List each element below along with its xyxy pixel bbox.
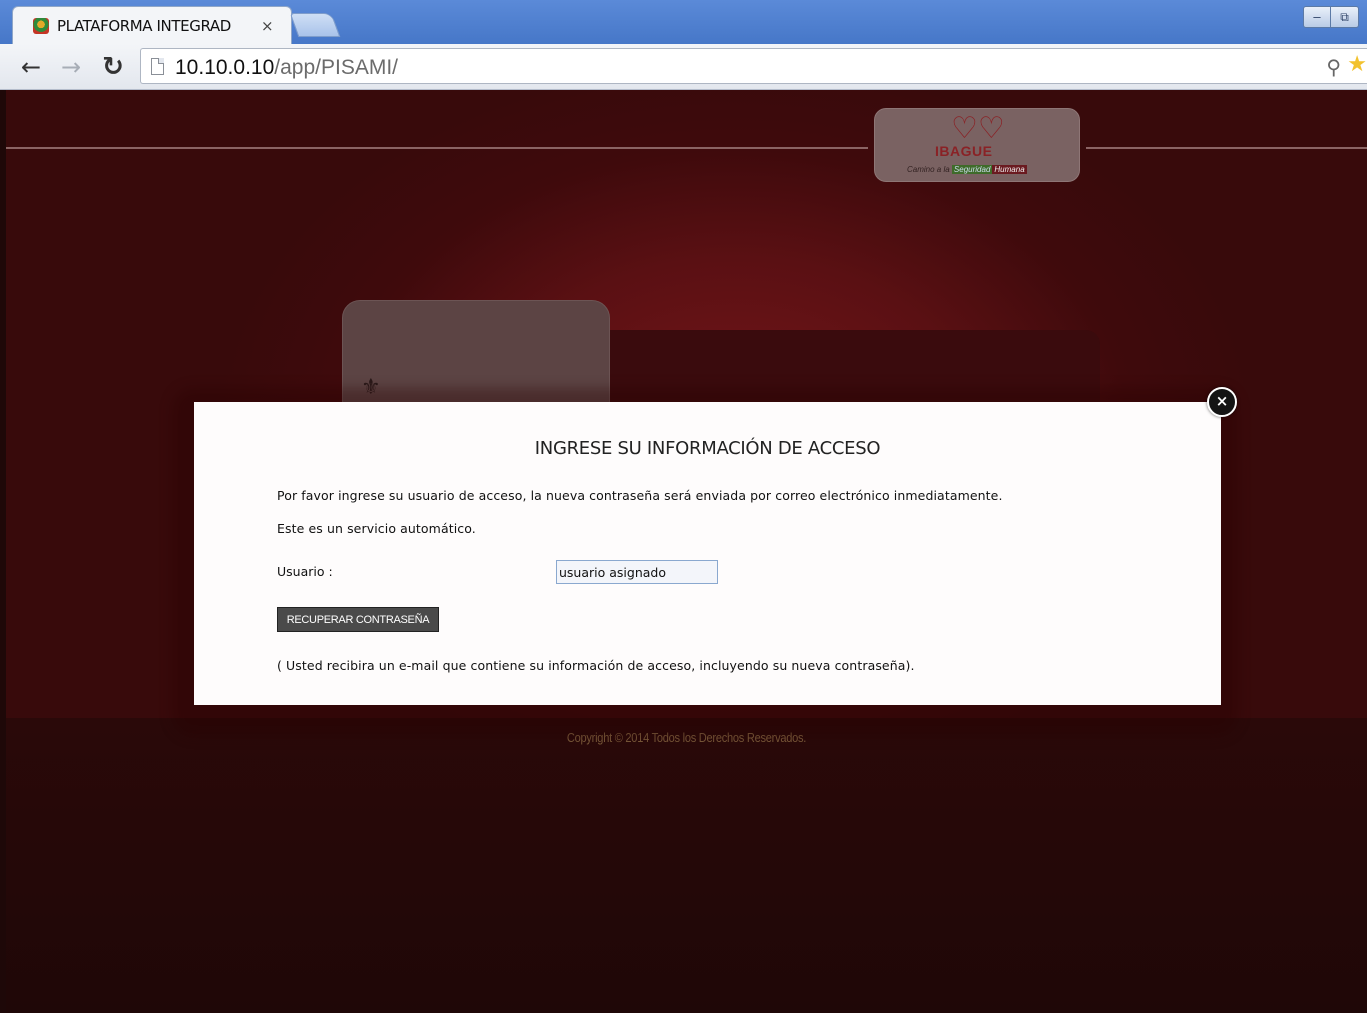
user-label: Usuario : — [277, 564, 333, 579]
minimize-button[interactable]: – — [1303, 6, 1331, 28]
modal-title: INGRESE SU INFORMACIÓN DE ACCESO — [534, 438, 881, 459]
logo-tagline-highlight: Seguridad — [951, 165, 993, 174]
forward-arrow-icon[interactable]: → — [56, 52, 86, 82]
restore-button[interactable]: ⧉ — [1331, 6, 1359, 28]
logo-tagline: Camino a la Seguridad Humana — [907, 165, 1027, 174]
tab-close-icon[interactable]: × — [261, 17, 274, 35]
logo-tagline-end: Humana — [992, 165, 1027, 174]
recover-password-button[interactable]: RECUPERAR CONTRASEÑA — [277, 607, 439, 632]
reload-icon[interactable]: ↻ — [98, 52, 128, 82]
logo-tagline-start: Camino a la — [907, 165, 950, 174]
back-arrow-icon[interactable]: ← — [16, 52, 46, 82]
site-favicon-icon — [33, 17, 49, 34]
recover-password-modal: INGRESE SU INFORMACIÓN DE ACCESO Por fav… — [194, 402, 1221, 705]
url-host: 10.10.0.10 — [175, 56, 275, 79]
logo-word: IBAGUE — [935, 143, 993, 159]
page-background-bottom — [6, 718, 1367, 1013]
browser-tab[interactable]: PLATAFORMA INTEGRAD × — [12, 6, 292, 44]
browser-titlebar: PLATAFORMA INTEGRAD × – ⧉ — [0, 0, 1367, 44]
logo-hearts-icon: ♡♡ — [951, 111, 1005, 146]
header-divider-left — [6, 147, 868, 149]
tab-title: PLATAFORMA INTEGRAD — [57, 16, 231, 35]
new-tab-button[interactable] — [289, 13, 341, 37]
bookmark-star-icon[interactable]: ★ — [1347, 52, 1367, 77]
url-text[interactable]: 10.10.0.10/app/PISAMI/ — [175, 56, 398, 80]
url-path: /app/PISAMI/ — [274, 56, 398, 79]
header-divider-right — [1086, 147, 1367, 149]
user-input[interactable] — [556, 560, 718, 584]
window-controls: – ⧉ — [1303, 6, 1359, 28]
close-icon[interactable]: × — [1207, 387, 1237, 417]
browser-toolbar: ← → ↻ 10.10.0.10/app/PISAMI/ ⚲ ★ — [0, 44, 1367, 90]
modal-automatic-note: Este es un servicio automático. — [277, 521, 476, 536]
address-bar[interactable]: 10.10.0.10/app/PISAMI/ ⚲ ★ — [140, 48, 1367, 84]
page-icon — [151, 58, 164, 75]
ibague-logo: ♡♡ IBAGUE Camino a la Seguridad Humana — [874, 108, 1080, 182]
modal-footer-note: ( Usted recibira un e-mail que contiene … — [277, 658, 915, 673]
search-icon[interactable]: ⚲ — [1326, 55, 1341, 79]
modal-intro-text: Por favor ingrese su usuario de acceso, … — [277, 488, 1003, 503]
